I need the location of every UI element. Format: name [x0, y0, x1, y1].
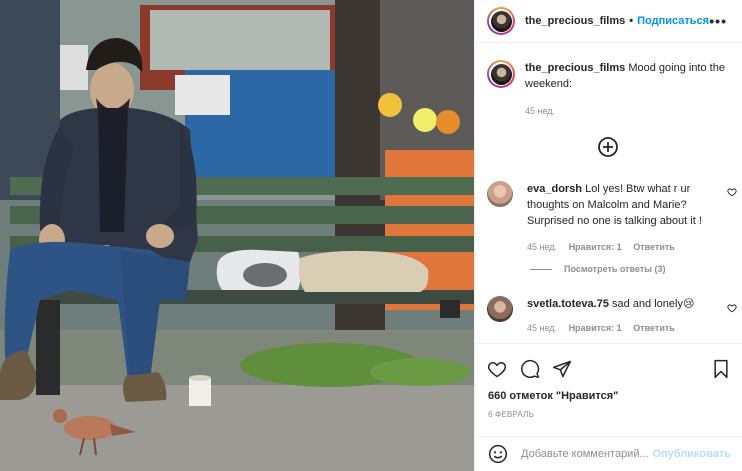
load-more-comments-button[interactable]	[597, 136, 619, 161]
post-date[interactable]: 6 ФЕВРАЛЬ	[488, 410, 534, 419]
smiley-icon[interactable]	[488, 444, 508, 464]
likes-count[interactable]: 660 отметок "Нравится"	[488, 390, 618, 402]
share-icon[interactable]	[552, 359, 572, 379]
comment-item: svetla.toteva.75 sad and lonely😢 45 нед.…	[487, 296, 737, 336]
heart-icon[interactable]	[487, 359, 507, 379]
post-header: the_precious_films • Подписаться •••	[475, 0, 742, 43]
comment-icon[interactable]	[520, 359, 540, 379]
post-sidebar: the_precious_films • Подписаться ••• the…	[474, 0, 742, 471]
comment-like-icon[interactable]	[727, 303, 737, 313]
comment-input[interactable]: Добавьте комментарий...	[521, 448, 649, 460]
comment-username[interactable]: eva_dorsh	[527, 183, 582, 195]
bookmark-icon[interactable]	[711, 359, 731, 379]
instagram-post: the_precious_films • Подписаться ••• the…	[0, 0, 742, 471]
caption-avatar[interactable]	[487, 60, 515, 88]
more-options-icon[interactable]: •••	[709, 13, 727, 29]
comment-likes[interactable]: Нравится: 1	[569, 323, 622, 333]
commenter-avatar[interactable]	[487, 296, 513, 322]
comment-reply-button[interactable]: Ответить	[633, 323, 675, 333]
comment-item: eva_dorsh Lol yes! Btw what r ur thought…	[487, 181, 737, 255]
post-caption: the_precious_films Mood going into the w…	[487, 60, 735, 119]
comment-likes[interactable]: Нравится: 1	[569, 242, 622, 252]
comment-username[interactable]: svetla.toteva.75	[527, 298, 609, 310]
comment-like-icon[interactable]	[727, 187, 737, 197]
publish-button[interactable]: Опубликовать	[652, 448, 731, 460]
caption-username[interactable]: the_precious_films	[525, 62, 625, 74]
caption-time[interactable]: 45 нед.	[525, 106, 555, 116]
view-replies-label: Посмотреть ответы (3)	[564, 264, 666, 274]
author-avatar[interactable]	[487, 7, 515, 35]
comment-time[interactable]: 45 нед.	[527, 242, 557, 252]
add-comment-bar: Добавьте комментарий... Опубликовать	[475, 436, 742, 471]
view-replies-button[interactable]: Посмотреть ответы (3)	[530, 264, 665, 274]
post-photo[interactable]	[0, 0, 474, 471]
author-username[interactable]: the_precious_films	[525, 15, 625, 27]
post-actions	[475, 343, 742, 391]
comment-text: sad and lonely😢	[612, 298, 695, 310]
post-photo-scene	[0, 0, 474, 471]
commenter-avatar[interactable]	[487, 181, 513, 207]
follow-button[interactable]: Подписаться	[637, 15, 709, 27]
replies-line	[530, 268, 552, 270]
comment-time[interactable]: 45 нед.	[527, 323, 557, 333]
header-separator: •	[629, 15, 634, 27]
plus-circle-icon	[598, 137, 618, 157]
comment-reply-button[interactable]: Ответить	[633, 242, 675, 252]
